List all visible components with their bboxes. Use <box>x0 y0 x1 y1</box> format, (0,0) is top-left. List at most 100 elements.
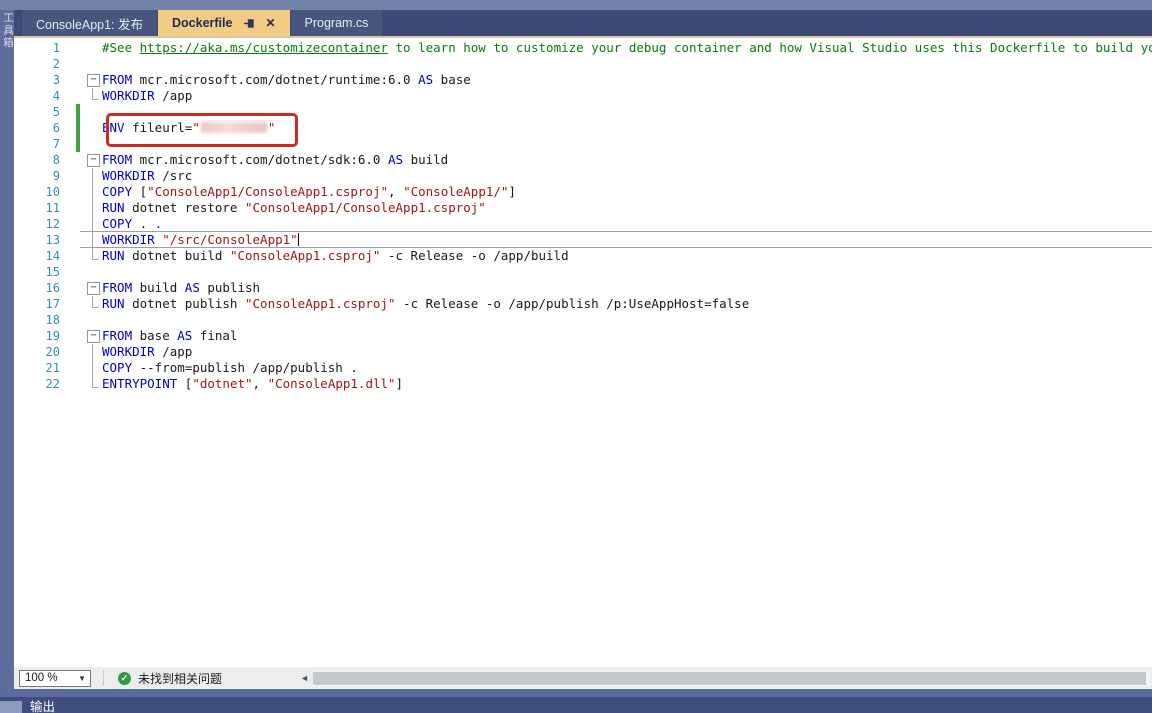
change-margin <box>76 376 80 392</box>
code-line[interactable]: 9WORKDIR /src <box>14 168 1152 184</box>
code-text: COPY ["ConsoleApp1/ConsoleApp1.csproj", … <box>102 184 1152 200</box>
code-text: RUN dotnet build "ConsoleApp1.csproj" -c… <box>102 248 1152 264</box>
line-number: 13 <box>14 232 74 248</box>
tab-dockerfile[interactable]: Dockerfile ✕ <box>158 10 290 36</box>
code-line[interactable]: 13WORKDIR "/src/ConsoleApp1" <box>14 232 1152 248</box>
close-icon[interactable]: ✕ <box>265 16 275 30</box>
horizontal-scrollbar[interactable] <box>313 671 1150 686</box>
change-indicator <box>76 120 80 136</box>
editor-status-bar: 100 % ▼ ✓ 未找到相关问题 ◄ <box>14 667 1152 689</box>
fold-collapse-icon[interactable]: − <box>87 330 100 343</box>
fold-collapse-icon[interactable]: − <box>87 154 100 167</box>
line-number: 14 <box>14 248 74 264</box>
code-line[interactable]: 22ENTRYPOINT ["dotnet", "ConsoleApp1.dll… <box>14 376 1152 392</box>
code-editor[interactable]: 1#See https://aka.ms/customizecontainer … <box>14 38 1152 667</box>
change-margin <box>76 40 80 56</box>
fold-margin <box>86 120 102 136</box>
tab-consoleapp-publish[interactable]: ConsoleApp1: 发布 <box>22 10 157 36</box>
code-text: FROM base AS final <box>102 328 1152 344</box>
line-number: 12 <box>14 216 74 232</box>
line-number: 18 <box>14 312 74 328</box>
check-circle-icon: ✓ <box>118 672 131 685</box>
code-line[interactable]: 5 <box>14 104 1152 120</box>
line-number: 21 <box>14 360 74 376</box>
status-message: 未找到相关问题 <box>138 670 222 687</box>
scrollbar-thumb[interactable] <box>313 672 1146 685</box>
line-number: 11 <box>14 200 74 216</box>
code-line[interactable]: 3−FROM mcr.microsoft.com/dotnet/runtime:… <box>14 72 1152 88</box>
code-line[interactable]: 20WORKDIR /app <box>14 344 1152 360</box>
fold-margin <box>86 376 102 392</box>
fold-guide-end <box>92 376 99 388</box>
code-line[interactable]: 11 RUN dotnet restore "ConsoleApp1/Consol… <box>14 200 1152 216</box>
redacted-value <box>201 122 267 133</box>
code-line[interactable]: 15 <box>14 264 1152 280</box>
fold-margin <box>86 56 102 72</box>
fold-margin: − <box>86 152 102 168</box>
fold-guide-line <box>92 168 93 184</box>
left-rail: 工具箱 <box>0 0 14 713</box>
change-margin <box>76 88 80 104</box>
fold-guide-line <box>92 216 93 232</box>
tab-label: Dockerfile <box>172 16 232 30</box>
output-panel-corner <box>0 701 22 713</box>
status-divider <box>103 670 104 686</box>
fold-collapse-icon[interactable]: − <box>87 74 100 87</box>
code-text: RUN dotnet restore "ConsoleApp1/ConsoleA… <box>102 200 1152 216</box>
line-number: 1 <box>14 40 74 56</box>
code-line[interactable]: 10COPY ["ConsoleApp1/ConsoleApp1.csproj"… <box>14 184 1152 200</box>
code-line[interactable]: 18 <box>14 312 1152 328</box>
chevron-down-icon: ▼ <box>78 674 90 683</box>
code-text: WORKDIR /app <box>102 344 1152 360</box>
fold-margin: − <box>86 72 102 88</box>
fold-guide-line <box>92 360 93 376</box>
line-number: 2 <box>14 56 74 72</box>
scrollbar-left-arrow-icon[interactable]: ◄ <box>300 673 309 683</box>
line-number: 16 <box>14 280 74 296</box>
code-text <box>102 56 1152 72</box>
change-margin <box>76 200 80 216</box>
line-number: 3 <box>14 72 74 88</box>
fold-guide-line <box>92 184 93 200</box>
code-line[interactable]: 16−FROM build AS publish <box>14 280 1152 296</box>
tab-label: Program.cs <box>305 16 369 30</box>
code-line[interactable]: 19−FROM base AS final <box>14 328 1152 344</box>
fold-margin <box>86 232 102 248</box>
line-number: 7 <box>14 136 74 152</box>
code-line[interactable]: 17RUN dotnet publish "ConsoleApp1.csproj… <box>14 296 1152 312</box>
code-line[interactable]: 2 <box>14 56 1152 72</box>
fold-collapse-icon[interactable]: − <box>87 282 100 295</box>
change-margin <box>76 344 80 360</box>
code-line[interactable]: 12COPY . . <box>14 216 1152 232</box>
pin-icon[interactable] <box>244 18 255 29</box>
output-panel-header[interactable]: 输出 <box>0 697 1152 713</box>
change-margin <box>76 216 80 232</box>
code-text: ENV fileurl="" <box>102 120 1152 136</box>
code-line[interactable]: 21COPY --from=publish /app/publish . <box>14 360 1152 376</box>
code-line[interactable]: 7 <box>14 136 1152 152</box>
code-line[interactable]: 14 RUN dotnet build "ConsoleApp1.csproj" … <box>14 248 1152 264</box>
change-margin <box>76 72 80 88</box>
zoom-level-select[interactable]: 100 % ▼ <box>19 670 91 687</box>
code-line[interactable]: 4WORKDIR /app <box>14 88 1152 104</box>
fold-margin <box>86 264 102 280</box>
fold-guide-end <box>92 296 99 308</box>
line-number: 5 <box>14 104 74 120</box>
code-text: FROM build AS publish <box>102 280 1152 296</box>
code-lines: 1#See https://aka.ms/customizecontainer … <box>14 40 1152 392</box>
line-number: 15 <box>14 264 74 280</box>
code-line[interactable]: 6 ENV fileurl="" <box>14 120 1152 136</box>
code-text: WORKDIR /app <box>102 88 1152 104</box>
fold-margin <box>86 104 102 120</box>
code-text <box>102 104 1152 120</box>
code-line[interactable]: 1#See https://aka.ms/customizecontainer … <box>14 40 1152 56</box>
fold-margin <box>86 40 102 56</box>
code-text: WORKDIR /src <box>102 168 1152 184</box>
code-text <box>102 312 1152 328</box>
line-number: 6 <box>14 120 74 136</box>
change-margin <box>76 280 80 296</box>
fold-guide-end <box>92 248 99 260</box>
fold-margin <box>86 88 102 104</box>
tab-programcs[interactable]: Program.cs <box>291 10 383 36</box>
code-line[interactable]: 8−FROM mcr.microsoft.com/dotnet/sdk:6.0 … <box>14 152 1152 168</box>
